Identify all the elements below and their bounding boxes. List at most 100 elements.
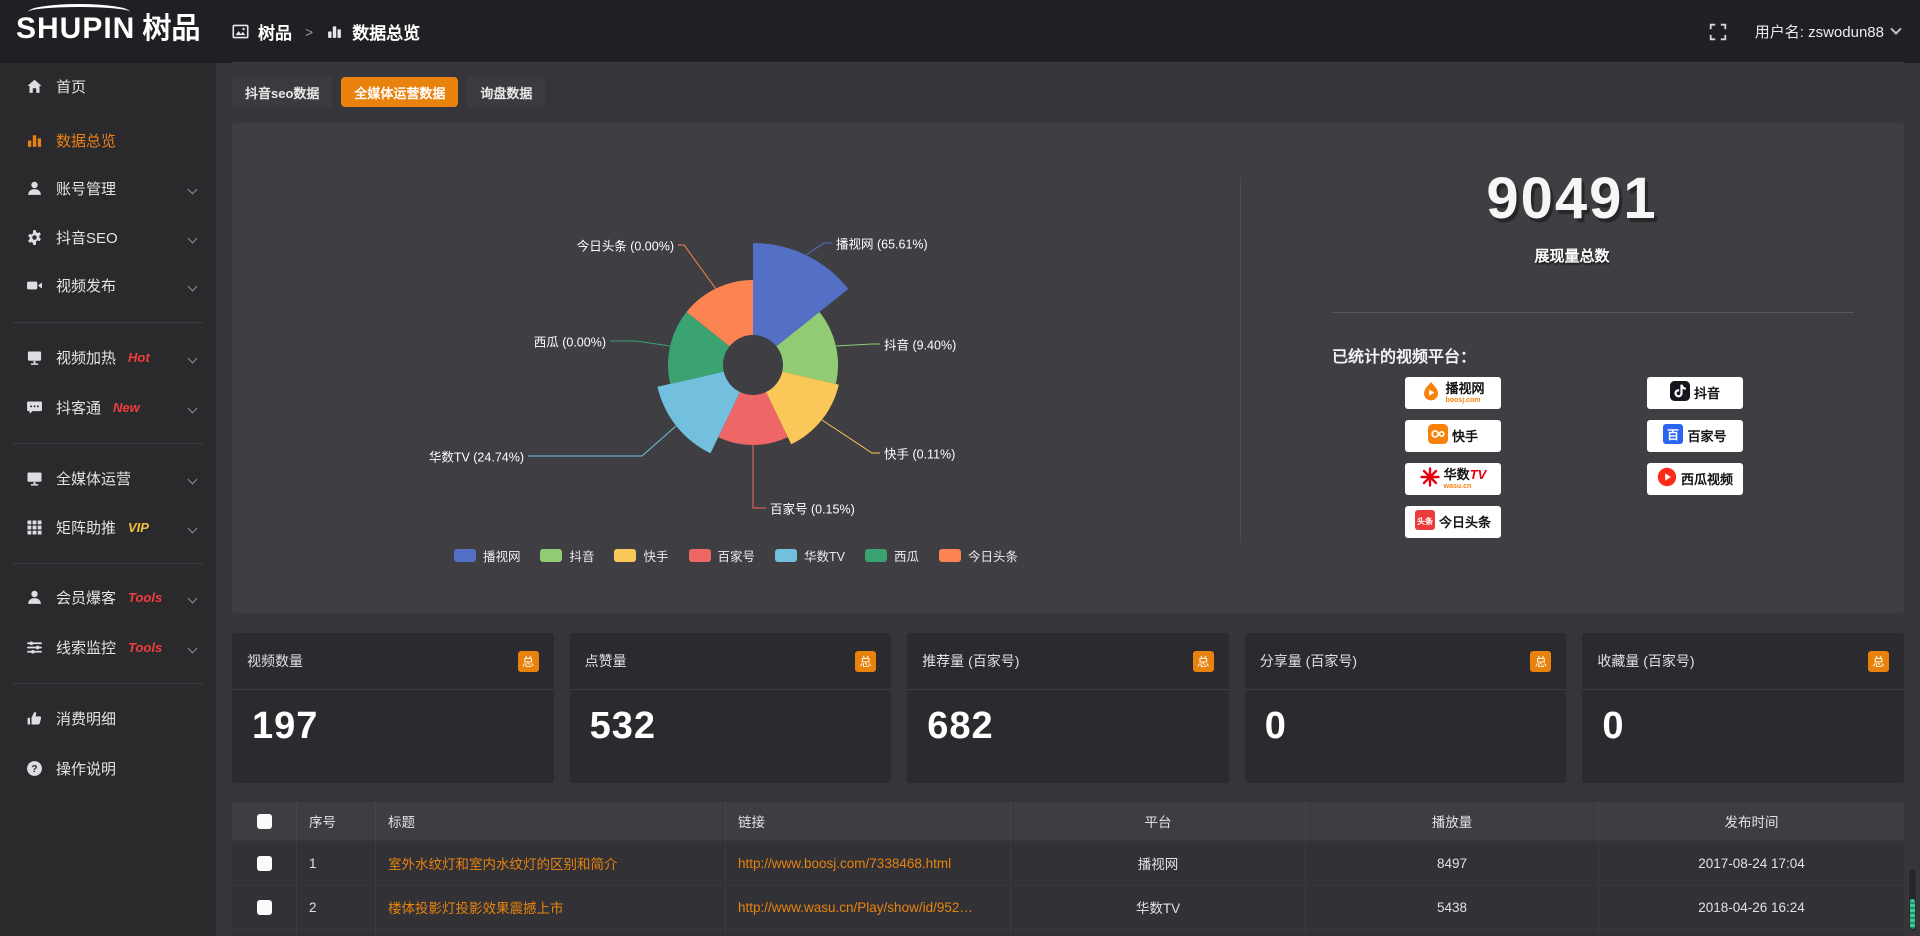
pie-label-line bbox=[528, 426, 676, 456]
sidebar-item-video-camera[interactable]: 视频发布 bbox=[0, 268, 216, 302]
boosj-logo-icon bbox=[1421, 381, 1441, 406]
pie-slice[interactable] bbox=[657, 372, 740, 454]
sidebar-item-chat-bubble[interactable]: 抖客通 New bbox=[0, 390, 216, 424]
logo-text-cn: 树品 bbox=[142, 15, 200, 44]
sidebar-item-label: 抖客通 bbox=[56, 397, 101, 418]
platform-badge-text: 今日头条 bbox=[1439, 516, 1491, 529]
pie-label: 播视网 (65.61%) bbox=[836, 234, 928, 253]
scrollbar-thumb[interactable] bbox=[1910, 899, 1915, 929]
tab[interactable]: 询盘数据 bbox=[467, 77, 545, 107]
sidebar-item-label: 会员爆客 bbox=[56, 587, 116, 608]
legend-item[interactable]: 快手 bbox=[614, 546, 668, 565]
cell-index: 2 bbox=[296, 886, 375, 928]
platform-badge-text: 华数TVwasu.cn bbox=[1444, 468, 1487, 490]
bar-chart-icon bbox=[26, 132, 43, 149]
scrollbar-track[interactable] bbox=[1908, 868, 1917, 932]
sidebar-item-thumb-card[interactable]: 消费明细 bbox=[0, 701, 216, 735]
member-icon bbox=[26, 589, 43, 606]
impressions-total-value: 90491 bbox=[1240, 165, 1904, 232]
legend-item[interactable]: 百家号 bbox=[689, 546, 756, 565]
tab-bar: 抖音seo数据全媒体运营数据询盘数据 bbox=[232, 77, 545, 107]
stat-card-label: 点赞量 bbox=[585, 651, 627, 671]
sidebar-item-question-circle[interactable]: ?操作说明 bbox=[0, 751, 216, 785]
chevron-down-icon bbox=[188, 185, 198, 195]
stat-card-header: 点赞量 总 bbox=[570, 633, 892, 690]
cell-title[interactable]: 楼体投影灯投影效果震撼上市 bbox=[375, 886, 725, 928]
breadcrumb: 树品 > 数据总览 bbox=[232, 0, 420, 63]
checkbox[interactable] bbox=[257, 814, 272, 829]
stat-card-header: 推荐量 (百家号)总 bbox=[907, 633, 1229, 690]
user-icon bbox=[26, 180, 43, 197]
cell-link[interactable]: http://www.boosj.com/7338468.html bbox=[725, 842, 1010, 884]
cell-title[interactable]: 室外水纹灯和室内水纹灯的区别和简介 bbox=[375, 842, 725, 884]
legend-item[interactable]: 华数TV bbox=[775, 546, 845, 565]
sidebar-item-screen-play[interactable]: 视频加热Hot bbox=[0, 340, 216, 374]
platform-badge: 华数TVwasu.cn bbox=[1405, 463, 1501, 495]
sidebar: 首页数据总览账号管理抖音SEO 视频发布视频加热Hot 抖客通 New 全媒体运营矩阵助… bbox=[0, 63, 216, 936]
legend-swatch bbox=[689, 549, 711, 562]
sidebar-item-monitor[interactable]: 全媒体运营 bbox=[0, 461, 216, 495]
stat-card-label: 分享量 (百家号) bbox=[1260, 651, 1357, 671]
chevron-down-icon bbox=[1890, 23, 1901, 34]
cell-time: 2018-04-26 16:24 bbox=[1598, 886, 1904, 928]
table-header-cell: 链接 bbox=[725, 802, 1010, 840]
total-badge: 总 bbox=[518, 651, 539, 672]
sidebar-item-badge: New bbox=[113, 400, 140, 415]
sidebar-item-sliders[interactable]: 线索监控Tools bbox=[0, 630, 216, 664]
sidebar-item-label: 线索监控 bbox=[56, 637, 116, 658]
topbar: SHUPIN 树品 树品 > 数据总览 用户名: zswodun88 bbox=[0, 0, 1920, 63]
breadcrumb-root[interactable]: 树品 bbox=[258, 19, 292, 44]
chart-legend: 播视网抖音 快手 百家号华数TV 西瓜 今日头条 bbox=[232, 546, 1240, 565]
toutiao-logo-icon: 头条 bbox=[1415, 510, 1435, 535]
legend-item[interactable]: 播视网 bbox=[454, 546, 521, 565]
fullscreen-icon[interactable] bbox=[1709, 23, 1727, 41]
platform-name: 抖音 bbox=[1694, 387, 1720, 400]
chevron-down-icon bbox=[188, 234, 198, 244]
chevron-down-icon bbox=[188, 524, 198, 534]
cell-empty bbox=[1305, 930, 1598, 936]
sidebar-item-member[interactable]: 会员爆客Tools bbox=[0, 580, 216, 614]
checkbox[interactable] bbox=[257, 900, 272, 915]
logo[interactable]: SHUPIN 树品 bbox=[16, 14, 200, 44]
table-header-cell: 序号 bbox=[296, 802, 375, 840]
sidebar-item-home[interactable]: 首页 bbox=[0, 69, 216, 103]
bar-chart-icon bbox=[326, 23, 343, 40]
table-row: 1室外水纹灯和室内水纹灯的区别和简介http://www.boosj.com/7… bbox=[232, 842, 1904, 884]
sidebar-item-label: 首页 bbox=[56, 76, 86, 97]
cell-link[interactable]: http://www.wasu.cn/Play/show/id/952… bbox=[725, 886, 1010, 928]
total-badge: 总 bbox=[1193, 651, 1214, 672]
pie-label-line bbox=[753, 445, 766, 508]
gear-icon bbox=[26, 229, 43, 246]
legend-item[interactable]: 西瓜 bbox=[865, 546, 919, 565]
sidebar-item-bar-chart[interactable]: 数据总览 bbox=[0, 123, 216, 157]
sidebar-item-label: 账号管理 bbox=[56, 178, 116, 199]
total-badge: 总 bbox=[855, 651, 876, 672]
platform-name: 华数TV bbox=[1444, 468, 1487, 481]
chevron-down-icon bbox=[188, 475, 198, 485]
tab[interactable]: 抖音seo数据 bbox=[232, 77, 332, 107]
sidebar-item-label: 操作说明 bbox=[56, 758, 116, 779]
pie-label-line bbox=[610, 341, 670, 346]
sidebar-item-badge: VIP bbox=[128, 520, 149, 535]
sidebar-item-gear[interactable]: 抖音SEO bbox=[0, 220, 216, 254]
summary-divider bbox=[1332, 312, 1854, 313]
wasu-logo-icon bbox=[1420, 467, 1440, 492]
breadcrumb-current: 数据总览 bbox=[352, 19, 420, 44]
platform-badge: 百百家号 bbox=[1647, 420, 1743, 452]
pie-label: 抖音 (9.40%) bbox=[884, 335, 956, 354]
checkbox[interactable] bbox=[257, 856, 272, 871]
legend-item[interactable]: 抖音 bbox=[540, 546, 594, 565]
user-menu[interactable]: 用户名: zswodun88 bbox=[1755, 21, 1900, 42]
sidebar-item-grid[interactable]: 矩阵助推VIP bbox=[0, 510, 216, 544]
platform-badge-text: 快手 bbox=[1452, 430, 1478, 443]
tab[interactable]: 全媒体运营数据 bbox=[341, 77, 458, 107]
legend-swatch bbox=[865, 549, 887, 562]
pie-chart-svg bbox=[232, 123, 1240, 613]
screen-play-icon bbox=[26, 349, 43, 366]
cell-empty bbox=[375, 930, 725, 936]
stat-card-value: 0 bbox=[1245, 690, 1567, 763]
sidebar-item-user[interactable]: 账号管理 bbox=[0, 171, 216, 205]
pie-label-line bbox=[836, 344, 880, 346]
video-camera-icon bbox=[26, 277, 43, 294]
legend-item[interactable]: 今日头条 bbox=[939, 546, 1018, 565]
